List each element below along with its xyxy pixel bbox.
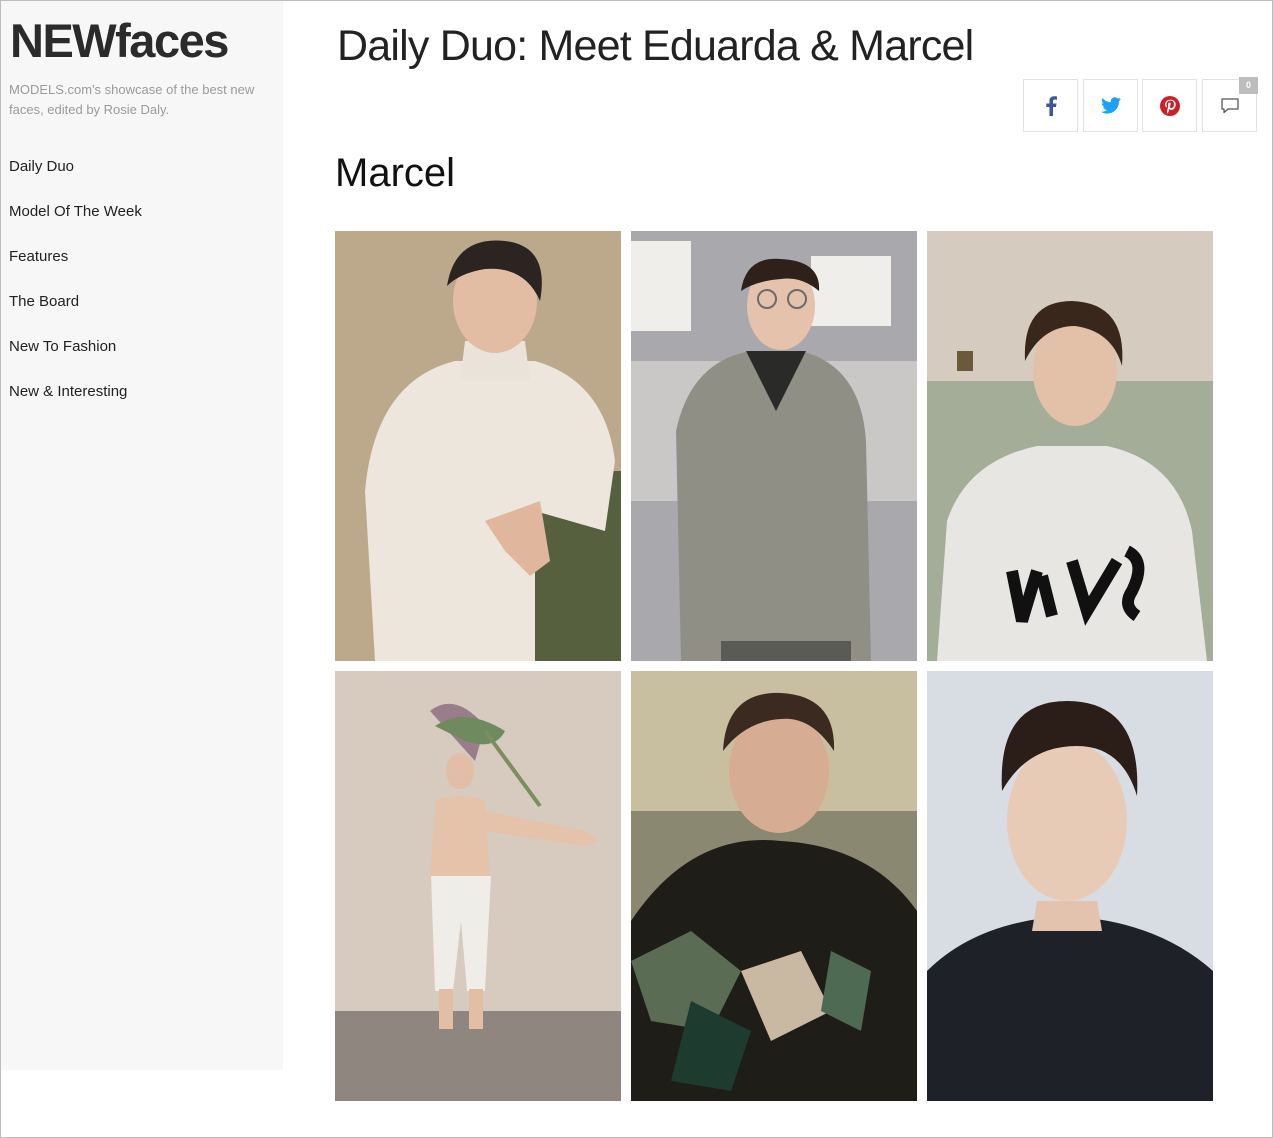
photo-image [927,671,1213,1101]
nav-item-model-of-the-week[interactable]: Model Of The Week [9,199,142,244]
pinterest-share-button[interactable] [1142,79,1197,132]
comments-button[interactable]: 0 [1202,77,1258,132]
photo-image [927,231,1213,661]
nav-item-features[interactable]: Features [9,244,142,289]
section-title: Marcel [335,151,456,195]
twitter-icon [1100,97,1121,114]
marcel-photo-4[interactable] [335,671,621,1101]
marcel-photo-3[interactable] [927,231,1213,661]
facebook-share-button[interactable] [1023,79,1078,132]
nav-item-new-and-interesting[interactable]: New & Interesting [9,379,142,424]
sidebar-nav: Daily Duo Model Of The Week Features The… [9,154,142,424]
site-tagline: MODELS.com's showcase of the best new fa… [9,82,255,117]
photo-image [631,671,917,1101]
marcel-photo-2[interactable] [631,231,917,661]
site-logo[interactable]: NEWfaces [10,13,229,69]
comment-icon [1220,97,1239,113]
facebook-icon [1045,95,1057,116]
page-title: Daily Duo: Meet Eduarda & Marcel [337,22,974,70]
twitter-share-button[interactable] [1083,79,1138,132]
nav-item-the-board[interactable]: The Board [9,289,142,334]
nav-item-daily-duo[interactable]: Daily Duo [9,154,142,199]
sidebar: NEWfaces MODELS.com's showcase of the be… [1,1,283,1070]
marcel-photo-5[interactable] [631,671,917,1101]
nav-item-new-to-fashion[interactable]: New To Fashion [9,334,142,379]
marcel-photo-6[interactable] [927,671,1213,1101]
comment-count-badge: 0 [1239,77,1258,94]
photo-image [335,671,621,1101]
photo-image [335,231,621,661]
marcel-photo-1[interactable] [335,231,621,661]
photo-image [631,231,917,661]
pinterest-icon [1159,95,1180,116]
